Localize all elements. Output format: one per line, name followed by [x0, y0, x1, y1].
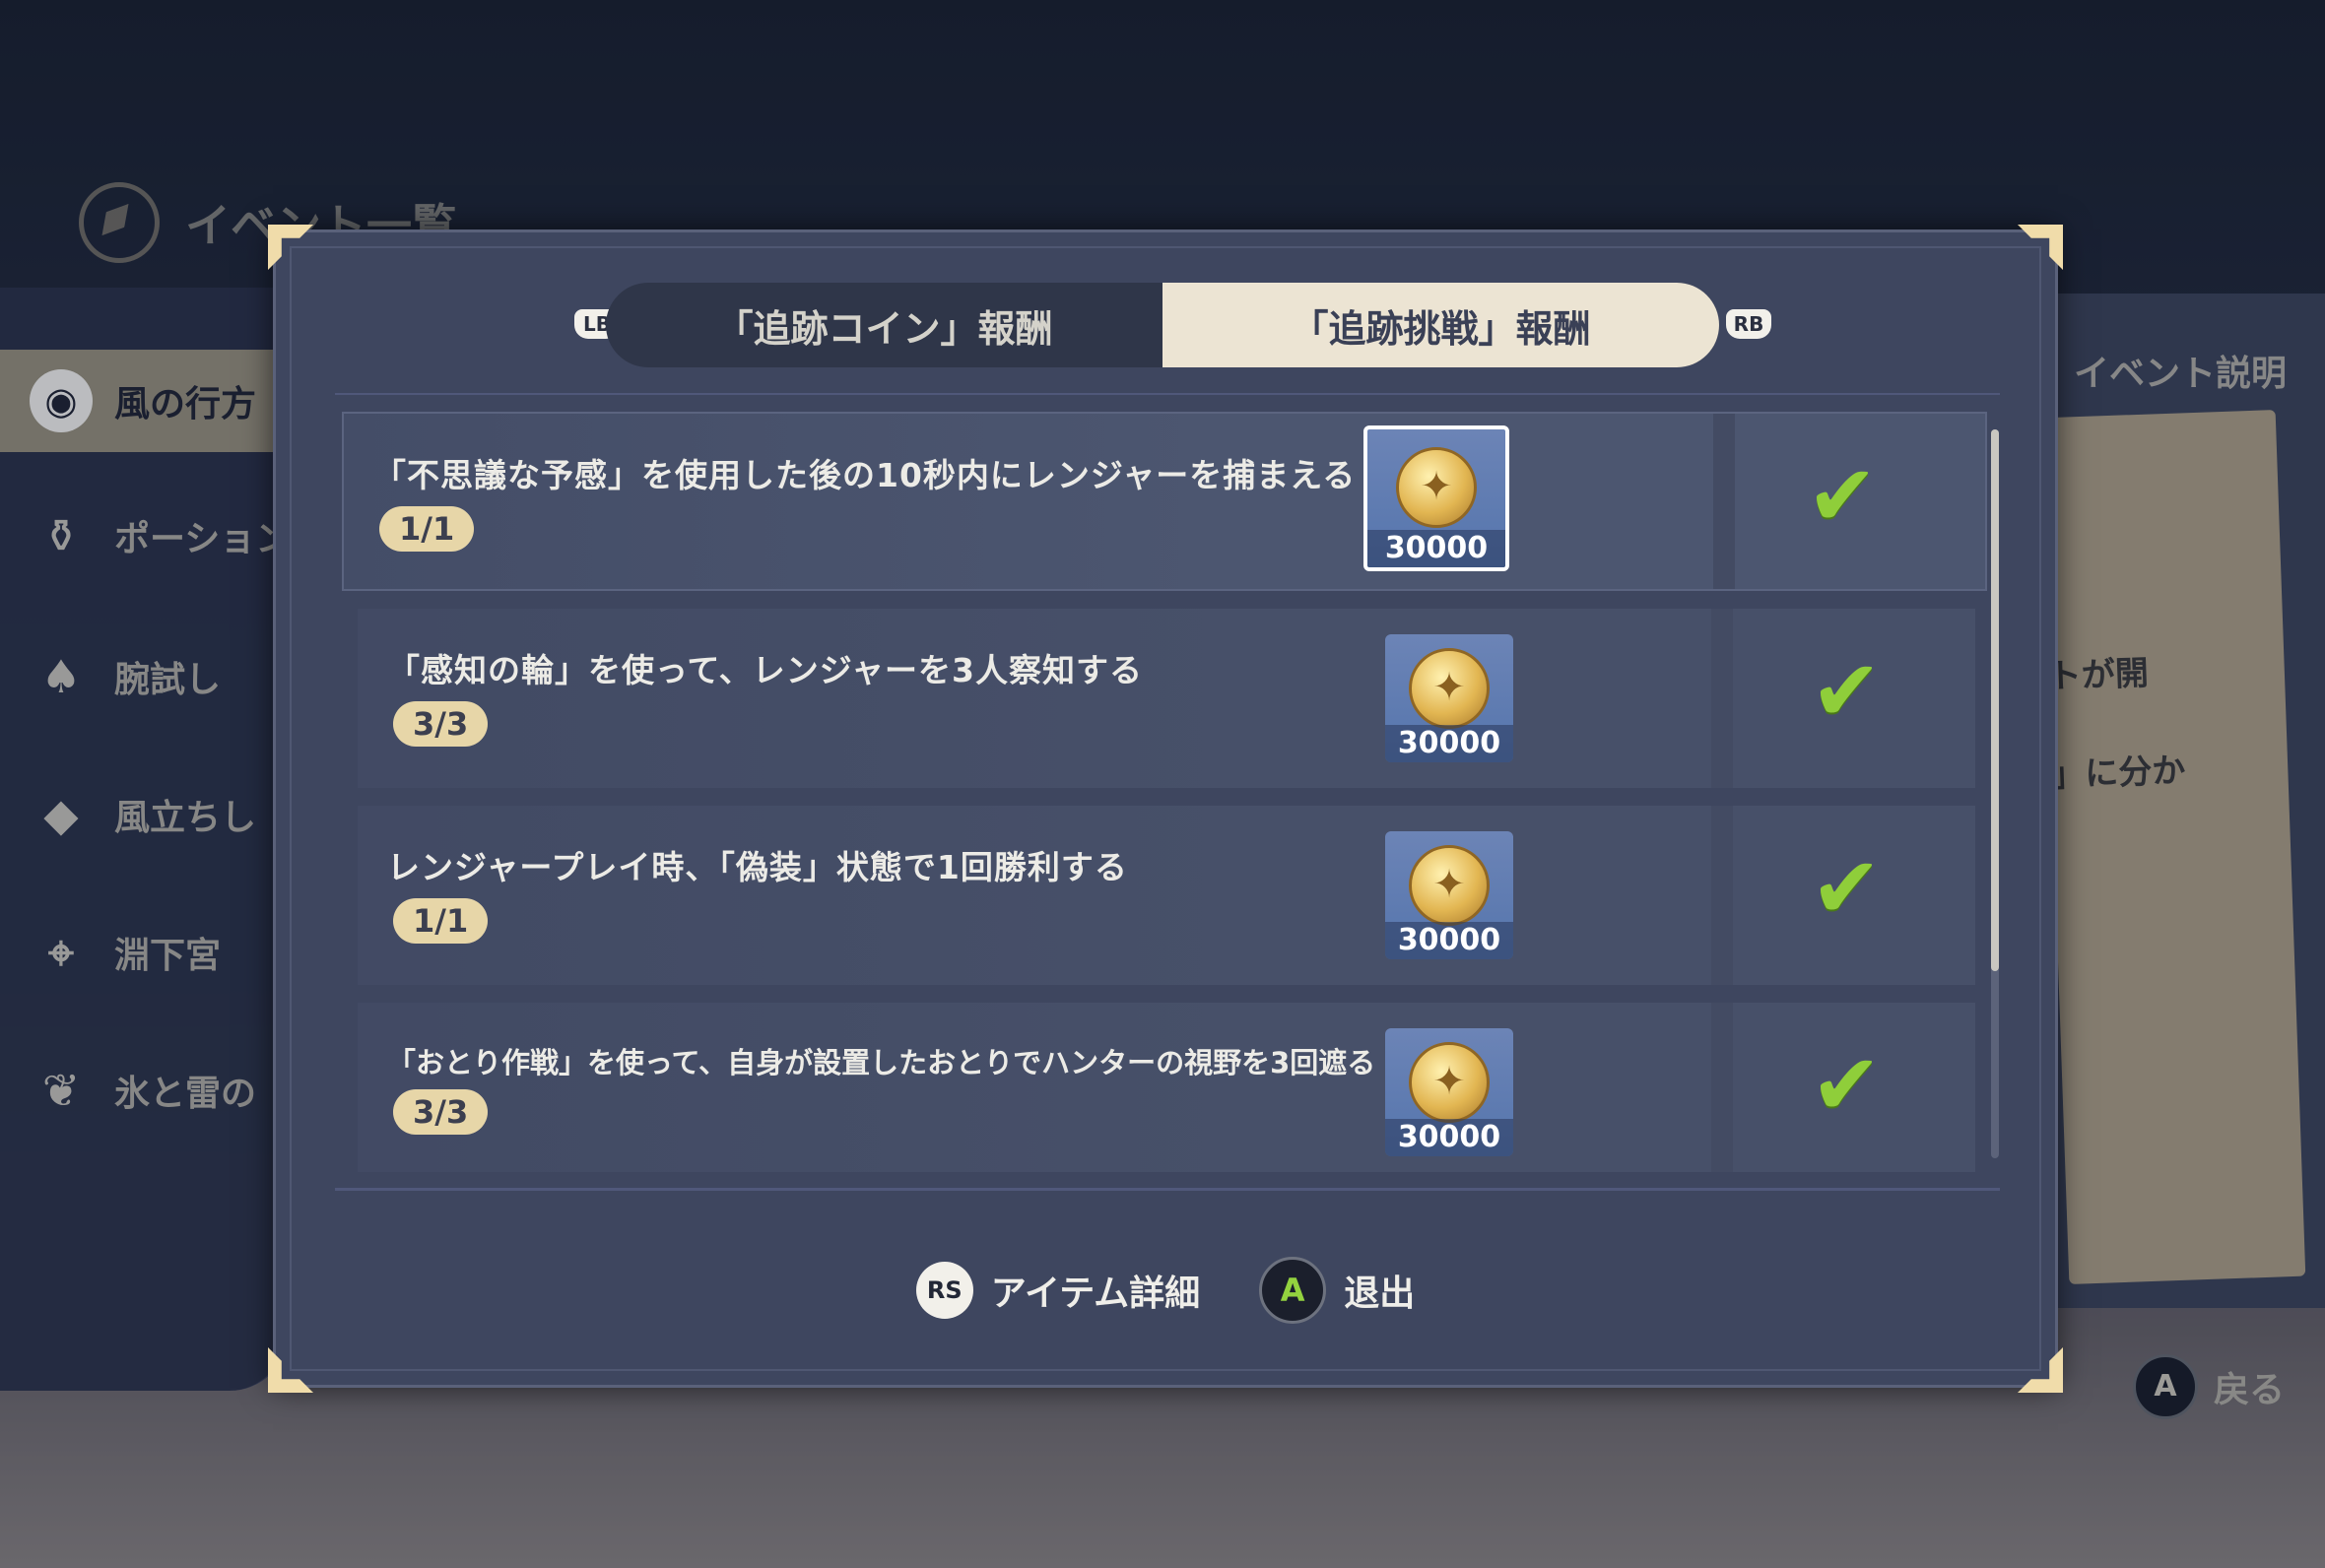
rs-button-icon: RS: [915, 1262, 973, 1319]
row-divider: [1711, 609, 1733, 788]
tracking-coin-icon: ✦: [1409, 647, 1490, 729]
reward-amount: 30000: [1385, 725, 1513, 762]
challenge-row[interactable]: 「感知の輪」を使って、レンジャーを3人察知する 3/3 ✦ 30000 ✔: [358, 609, 1975, 788]
progress-badge: 1/1: [393, 898, 489, 944]
tracking-coin-icon: ✦: [1409, 1041, 1490, 1123]
row-decoration: [358, 609, 1244, 788]
exit-label: 退出: [1344, 1274, 1416, 1314]
tab-challenge-rewards[interactable]: 「追跡挑戦」報酬: [1162, 283, 1719, 367]
completed-check-icon: ✔: [1811, 839, 1883, 938]
item-detail-label: アイテム詳細: [990, 1274, 1201, 1314]
reward-item[interactable]: ✦ 30000: [1363, 425, 1509, 571]
row-divider: [1711, 1003, 1733, 1172]
challenge-row[interactable]: レンジャープレイ時、「偽装」状態で1回勝利する 1/1 ✦ 30000 ✔: [358, 806, 1975, 985]
progress-badge: 1/1: [379, 506, 475, 552]
challenge-task-text: 「おとり作戦」を使って、自身が設置したおとりでハンターの視野を3回遮る: [387, 1046, 1376, 1079]
divider: [335, 393, 2000, 395]
completed-check-icon: ✔: [1811, 642, 1883, 741]
corner-ornament: [268, 1343, 317, 1393]
row-divider: [1713, 414, 1735, 589]
corner-ornament: [268, 225, 317, 274]
challenge-task-text: レンジャープレイ時、「偽装」状態で1回勝利する: [387, 848, 1128, 886]
scrollbar-thumb[interactable]: [1991, 429, 1999, 971]
reward-dialog: LB 「追跡コイン」報酬 「追跡挑戦」報酬 RB 「不思議な予感」を使用した後の…: [273, 229, 2058, 1388]
completed-check-icon: ✔: [1807, 447, 1879, 546]
corner-ornament: [2014, 225, 2063, 274]
completed-check-icon: ✔: [1811, 1036, 1883, 1135]
progress-badge: 3/3: [393, 701, 489, 747]
tracking-coin-icon: ✦: [1409, 844, 1490, 926]
reward-item[interactable]: ✦ 30000: [1385, 1028, 1513, 1156]
dialog-footer: RS アイテム詳細 A 退出: [276, 1257, 2055, 1324]
reward-amount: 30000: [1385, 922, 1513, 959]
challenge-task-text: 「感知の輪」を使って、レンジャーを3人察知する: [387, 651, 1144, 689]
challenge-task-text: 「不思議な予感」を使用した後の10秒内にレンジャーを捕まえる: [373, 456, 1357, 494]
reward-item[interactable]: ✦ 30000: [1385, 634, 1513, 762]
a-button-icon: A: [1259, 1257, 1327, 1324]
reward-tabs: 「追跡コイン」報酬 「追跡挑戦」報酬: [606, 283, 1719, 367]
exit-button[interactable]: A 退出: [1259, 1257, 1415, 1324]
divider: [335, 1188, 2000, 1191]
challenge-row[interactable]: 「おとり作戦」を使って、自身が設置したおとりでハンターの視野を3回遮る 3/3 …: [358, 1003, 1975, 1172]
item-detail-button[interactable]: RS アイテム詳細: [915, 1262, 1201, 1319]
row-decoration: [358, 1003, 1244, 1172]
row-decoration: [358, 806, 1244, 985]
rb-button-icon[interactable]: RB: [1726, 309, 1771, 339]
reward-amount: 30000: [1367, 530, 1505, 567]
row-decoration: [344, 414, 1230, 589]
row-divider: [1711, 806, 1733, 985]
challenge-row[interactable]: 「不思議な予感」を使用した後の10秒内にレンジャーを捕まえる 1/1 ✦ 300…: [342, 412, 1987, 591]
corner-ornament: [2014, 1343, 2063, 1393]
progress-badge: 3/3: [393, 1089, 489, 1135]
reward-item[interactable]: ✦ 30000: [1385, 831, 1513, 959]
tab-coin-rewards[interactable]: 「追跡コイン」報酬: [606, 283, 1162, 367]
tracking-coin-icon: ✦: [1396, 446, 1477, 528]
reward-amount: 30000: [1385, 1119, 1513, 1156]
